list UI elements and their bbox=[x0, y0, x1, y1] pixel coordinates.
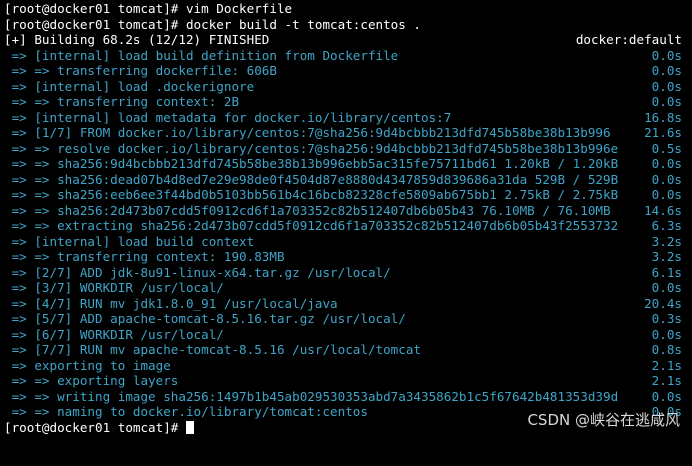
build-step-text: => [6/7] WORKDIR /usr/local/ bbox=[4, 326, 224, 342]
build-step-text: => [internal] load build context bbox=[4, 233, 255, 249]
build-step-line: => => sha256:2d473b07cdd5f0912cd6f1a7033… bbox=[0, 203, 692, 219]
build-step-line: => => writing image sha256:1497b1b45ab02… bbox=[0, 389, 692, 405]
build-step-line: => => sha256:9d4bcbbb213dfd745b58be38b13… bbox=[0, 156, 692, 172]
build-step-time: 0.0s bbox=[651, 280, 682, 295]
build-step-text: => exporting to image bbox=[4, 357, 171, 373]
build-step-text: => => transferring dockerfile: 606B bbox=[4, 63, 277, 78]
build-step-text: => => sha256:eeb6ee3f44bd0b5103bb561b4c1… bbox=[4, 187, 619, 202]
build-step-line: => [5/7] ADD apache-tomcat-8.5.16.tar.gz… bbox=[0, 311, 692, 327]
build-step-text: => [4/7] RUN mv jdk1.8.0_91 /usr/local/j… bbox=[4, 295, 338, 311]
build-step-time: 20.4s bbox=[644, 295, 682, 311]
build-step-text: => => transferring context: 2B bbox=[4, 94, 240, 109]
build-step-text: => => writing image sha256:1497b1b45ab02… bbox=[4, 388, 619, 404]
build-step-time: 2.1s bbox=[651, 357, 682, 373]
build-step-time: 0.3s bbox=[651, 311, 682, 326]
build-step-time: 16.8s bbox=[644, 109, 682, 125]
build-step-line: => [4/7] RUN mv jdk1.8.0_91 /usr/local/j… bbox=[0, 296, 692, 312]
build-step-text: => [internal] load build definition from… bbox=[4, 47, 399, 63]
build-step-text: => => sha256:2d473b07cdd5f0912cd6f1a7033… bbox=[4, 202, 611, 218]
build-step-time: 14.6s bbox=[644, 202, 682, 218]
build-step-line: => [1/7] FROM docker.io/library/centos:7… bbox=[0, 125, 692, 141]
build-step-time: 0.8s bbox=[651, 342, 682, 357]
build-step-time: 0.0s bbox=[651, 326, 682, 342]
build-step-text: => => sha256:9d4bcbbb213dfd745b58be38b13… bbox=[4, 156, 619, 171]
build-step-time: 0.0s bbox=[651, 94, 682, 109]
build-step-line: => [6/7] WORKDIR /usr/local/0.0s bbox=[0, 327, 692, 343]
build-step-line: => => transferring dockerfile: 606B 0.0s bbox=[0, 63, 692, 79]
build-status: [+] Building 68.2s (12/12) FINISHED bbox=[4, 32, 270, 47]
build-step-line: => => exporting layers 2.1s bbox=[0, 373, 692, 389]
build-step-text: => => naming to docker.io/library/tomcat… bbox=[4, 404, 368, 419]
command-text: [root@docker01 tomcat]# docker build -t … bbox=[4, 16, 422, 32]
build-step-time: 0.5s bbox=[651, 140, 682, 156]
build-step-text: => [1/7] FROM docker.io/library/centos:7… bbox=[4, 125, 611, 140]
build-step-line: => [2/7] ADD jdk-8u91-linux-x64.tar.gz /… bbox=[0, 265, 692, 281]
build-step-line: => [3/7] WORKDIR /usr/local/0.0s bbox=[0, 280, 692, 296]
builder-name: docker:default bbox=[575, 32, 682, 47]
build-step-time: 0.0s bbox=[651, 47, 682, 63]
build-step-text: => [internal] load .dockerignore bbox=[4, 78, 255, 94]
prompt-line: [root@docker01 tomcat]# docker build -t … bbox=[0, 17, 692, 33]
build-step-line: => [internal] load build definition from… bbox=[0, 48, 692, 64]
build-step-time: 0.0s bbox=[651, 78, 682, 94]
build-step-line: => => sha256:dead07b4d8ed7e29e98de0f4504… bbox=[0, 172, 692, 188]
build-step-text: => [2/7] ADD jdk-8u91-linux-x64.tar.gz /… bbox=[4, 264, 391, 280]
final-prompt: [root@docker01 tomcat]# bbox=[4, 419, 186, 435]
prompt-line: [root@docker01 tomcat]# vim Dockerfile bbox=[0, 1, 692, 17]
build-step-time: 0.0s bbox=[651, 171, 682, 187]
build-step-time: 0.0s bbox=[651, 156, 682, 171]
build-step-text: => => resolve docker.io/library/centos:7… bbox=[4, 140, 619, 156]
build-steps-list: => [internal] load build definition from… bbox=[0, 48, 692, 420]
build-step-text: => [3/7] WORKDIR /usr/local/ bbox=[4, 280, 224, 295]
build-step-text: => => exporting layers bbox=[4, 373, 179, 388]
build-step-time: 2.1s bbox=[651, 373, 682, 388]
build-status-line: [+] Building 68.2s (12/12) FINISHED dock… bbox=[0, 32, 692, 48]
build-step-text: => [internal] load metadata for docker.i… bbox=[4, 109, 452, 125]
build-step-time: 3.2s bbox=[651, 233, 682, 249]
text-cursor bbox=[185, 420, 194, 434]
build-step-line: => [7/7] RUN mv apache-tomcat-8.5.16 /us… bbox=[0, 342, 692, 358]
build-step-text: => [5/7] ADD apache-tomcat-8.5.16.tar.gz… bbox=[4, 311, 406, 326]
build-step-text: => => transferring context: 190.83MB bbox=[4, 249, 285, 264]
build-step-line: => [internal] load metadata for docker.i… bbox=[0, 110, 692, 126]
build-step-line: => => transferring context: 2B 0.0s bbox=[0, 94, 692, 110]
build-step-time: 0.0s bbox=[651, 63, 682, 78]
build-step-line: => => sha256:eeb6ee3f44bd0b5103bb561b4c1… bbox=[0, 187, 692, 203]
build-step-line: => exporting to image 2.1s bbox=[0, 358, 692, 374]
watermark: CSDN @峡谷在逃咸风 bbox=[527, 411, 680, 429]
command-text: [root@docker01 tomcat]# vim Dockerfile bbox=[4, 1, 293, 16]
build-step-time: 6.3s bbox=[651, 218, 682, 233]
build-step-text: => => extracting sha256:2d473b07cdd5f091… bbox=[4, 218, 619, 233]
build-step-time: 21.6s bbox=[644, 125, 682, 140]
build-step-time: 3.2s bbox=[651, 249, 682, 264]
build-step-line: => => extracting sha256:2d473b07cdd5f091… bbox=[0, 218, 692, 234]
build-step-line: => => resolve docker.io/library/centos:7… bbox=[0, 141, 692, 157]
build-step-text: => [7/7] RUN mv apache-tomcat-8.5.16 /us… bbox=[4, 342, 422, 357]
build-step-line: => [internal] load .dockerignore 0.0s bbox=[0, 79, 692, 95]
build-step-time: 0.0s bbox=[651, 388, 682, 404]
build-step-time: 6.1s bbox=[651, 264, 682, 280]
build-step-text: => => sha256:dead07b4d8ed7e29e98de0f4504… bbox=[4, 171, 619, 187]
terminal-window[interactable]: [root@docker01 tomcat]# vim Dockerfile [… bbox=[0, 0, 692, 438]
build-step-time: 0.0s bbox=[651, 187, 682, 202]
build-step-line: => [internal] load build context 3.2s bbox=[0, 234, 692, 250]
build-step-line: => => transferring context: 190.83MB 3.2s bbox=[0, 249, 692, 265]
